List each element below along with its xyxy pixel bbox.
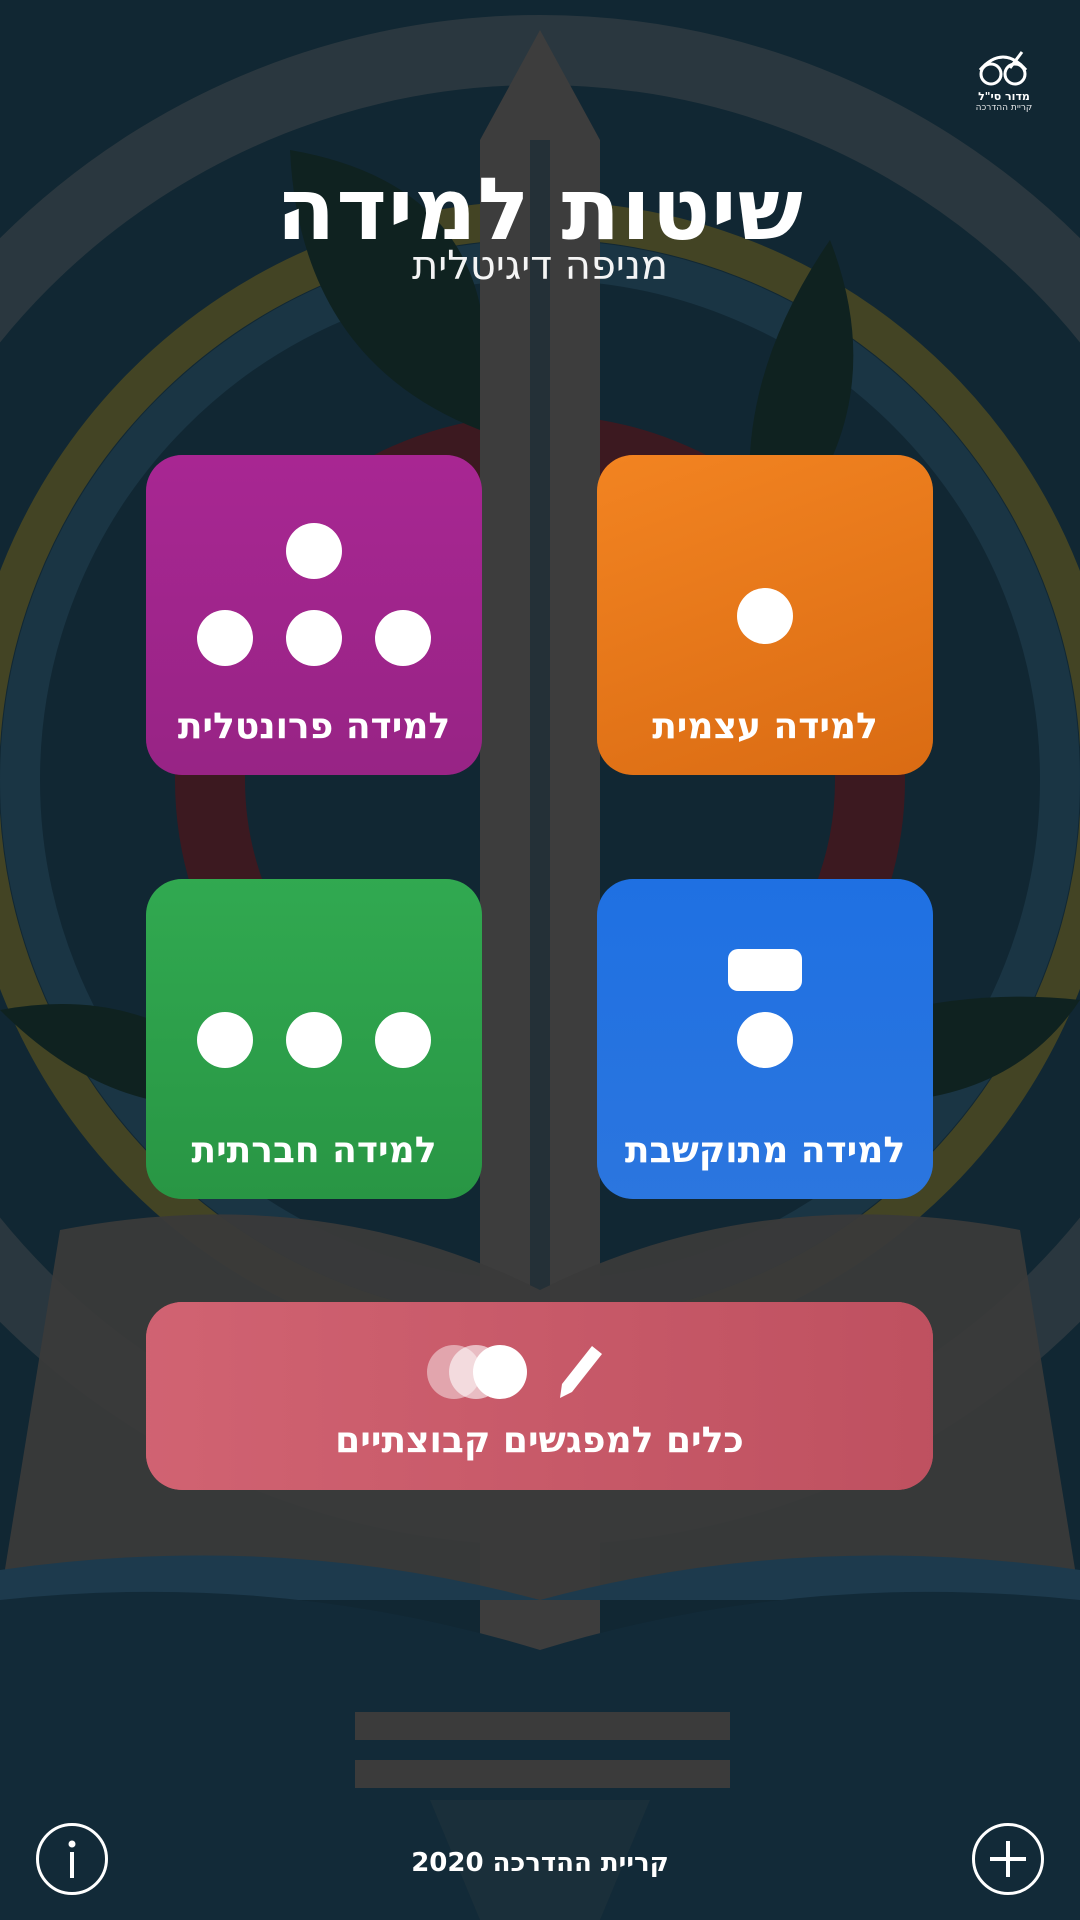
tile-photo — [146, 1302, 933, 1490]
overlapping-circles-icon — [427, 1345, 527, 1399]
logo-name: מדור סי"ל — [978, 90, 1030, 103]
glasses-pencil-logo-icon — [978, 51, 1028, 86]
info-button[interactable] — [36, 1823, 108, 1895]
group-tools-tile[interactable]: כלים למפגשים קבוצתיים — [146, 1302, 933, 1490]
tile-label: למידה פרונטלית — [177, 706, 451, 747]
tile-label: למידה מתוקשבת — [624, 1130, 906, 1171]
page-subtitle: מניפה דיגיטלית — [411, 243, 669, 289]
logo-subtext: קריית ההדרכה — [975, 103, 1033, 113]
footer-text: קריית ההדרכה 2020 — [411, 1848, 669, 1878]
social-learning-tile[interactable]: למידה חברתית — [146, 879, 482, 1199]
add-button[interactable] — [972, 1823, 1044, 1895]
tile-label: למידה חברתית — [191, 1130, 437, 1171]
unit-logo: מדור סי"ל קריית ההדרכה — [964, 48, 1044, 114]
plus-icon — [990, 1841, 1026, 1877]
self-learning-tile[interactable]: למידה עצמית — [597, 455, 933, 775]
pencil-icon — [560, 1346, 602, 1398]
tile-label: כלים למפגשים קבוצתיים — [335, 1420, 744, 1461]
frontal-learning-tile[interactable]: למידה פרונטלית — [146, 455, 482, 775]
computerized-learning-tile[interactable]: למידה מתוקשבת — [597, 879, 933, 1199]
info-icon — [68, 1840, 76, 1878]
tile-label: למידה עצמית — [652, 706, 878, 747]
